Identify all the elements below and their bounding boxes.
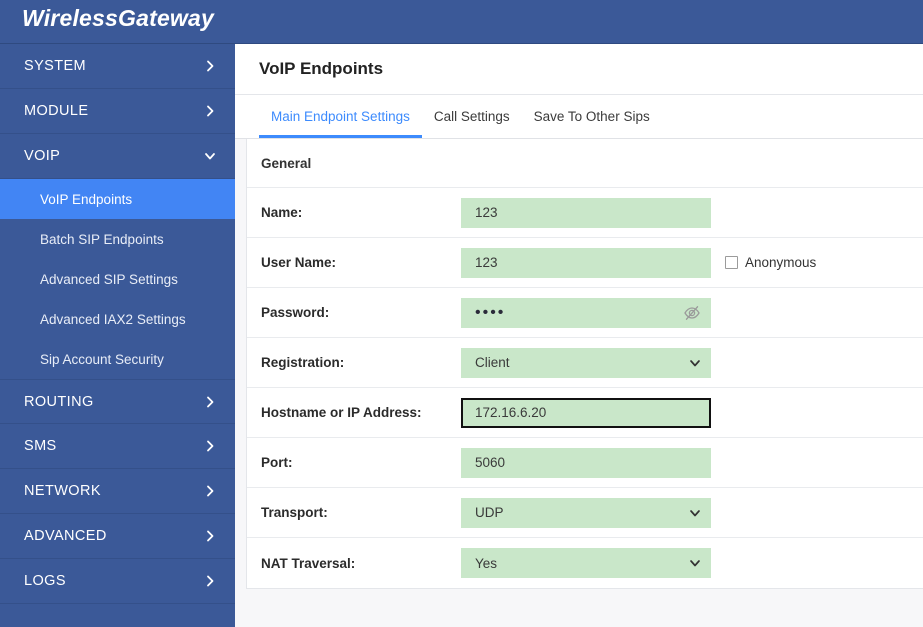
nat-traversal-select[interactable]: Yes — [461, 548, 711, 578]
chevron-down-icon — [203, 149, 217, 163]
chevron-right-icon — [203, 395, 217, 409]
registration-select[interactable]: Client — [461, 347, 711, 378]
transport-select-value: UDP — [475, 505, 504, 520]
name-input[interactable]: 123 — [461, 197, 711, 228]
sidebar-item-label: ROUTING — [24, 393, 94, 410]
form-row-registration: Registration: Client — [247, 338, 923, 388]
tab-call-settings[interactable]: Call Settings — [422, 95, 522, 138]
chevron-right-icon — [203, 574, 217, 588]
hostname-input[interactable]: 172.16.6.20 — [461, 397, 711, 428]
sidebar-item-label: SMS — [24, 438, 57, 454]
form-row-hostname: Hostname or IP Address: 172.16.6.20 — [247, 388, 923, 438]
sidebar-item-label: MODULE — [24, 103, 89, 119]
sidebar-subitem-label: VoIP Endpoints — [40, 191, 133, 207]
chevron-down-icon — [689, 507, 701, 519]
chevron-right-icon — [203, 59, 217, 73]
top-header-bar: WirelessGateway — [0, 0, 923, 44]
chevron-right-icon — [203, 529, 217, 543]
form-row-port: Port: 5060 — [247, 438, 923, 488]
username-input-value: 123 — [475, 255, 498, 270]
anonymous-label: Anonymous — [745, 255, 817, 270]
nat-traversal-select-value: Yes — [475, 555, 498, 571]
sidebar-item-network[interactable]: NETWORK — [0, 469, 235, 514]
tab-label: Call Settings — [433, 109, 510, 124]
tab-label: Save To Other Sips — [533, 109, 650, 124]
form-row-name: Name: 123 — [247, 188, 923, 238]
sidebar-item-voip-endpoints[interactable]: VoIP Endpoints — [0, 179, 235, 219]
sidebar-item-label: LOGS — [24, 573, 66, 589]
form-row-password: Password: •••• — [247, 288, 923, 338]
sidebar-item-module[interactable]: MODULE — [0, 89, 235, 134]
sidebar-item-advanced-sip-settings[interactable]: Advanced SIP Settings — [0, 259, 235, 299]
chevron-down-icon — [689, 557, 701, 569]
sidebar-item-advanced[interactable]: ADVANCED — [0, 514, 235, 559]
port-label: Port: — [261, 455, 293, 470]
password-label: Password: — [261, 305, 330, 320]
password-input[interactable]: •••• — [461, 297, 711, 328]
port-input[interactable]: 5060 — [461, 447, 711, 478]
registration-select-value: Client — [475, 355, 510, 370]
page-header: VoIP Endpoints — [235, 44, 923, 95]
tab-save-to-other-sips[interactable]: Save To Other Sips — [522, 95, 662, 138]
sidebar-subitem-label: Advanced SIP Settings — [40, 271, 178, 287]
settings-form: General Name: 123 User Name: 123 Anonymo… — [246, 139, 923, 589]
username-label: User Name: — [261, 255, 337, 270]
brand-logo: WirelessGateway — [22, 5, 215, 31]
section-title-general: General — [247, 139, 923, 188]
checkbox-icon[interactable] — [725, 256, 738, 269]
form-row-transport: Transport: UDP — [247, 488, 923, 538]
sidebar-item-system[interactable]: SYSTEM — [0, 44, 235, 89]
chevron-down-icon — [689, 357, 701, 369]
sidebar-item-routing[interactable]: ROUTING — [0, 379, 235, 424]
hostname-label: Hostname or IP Address: — [261, 405, 422, 420]
form-row-nat-traversal: NAT Traversal: Yes — [247, 538, 923, 588]
sidebar-subitem-label: Batch SIP Endpoints — [40, 231, 164, 247]
sidebar-subitem-label: Advanced IAX2 Settings — [40, 311, 186, 327]
registration-label: Registration: — [261, 355, 345, 370]
tab-bar: Main Endpoint Settings Call Settings Sav… — [235, 95, 923, 139]
name-input-value: 123 — [475, 205, 498, 220]
anonymous-checkbox[interactable]: Anonymous — [725, 255, 816, 270]
nat-traversal-label: NAT Traversal: — [261, 555, 356, 571]
transport-select[interactable]: UDP — [461, 497, 711, 528]
sidebar-item-voip[interactable]: VOIP — [0, 134, 235, 179]
chevron-right-icon — [203, 439, 217, 453]
sidebar-item-sip-account-security[interactable]: Sip Account Security — [0, 339, 235, 379]
sidebar-item-batch-sip-endpoints[interactable]: Batch SIP Endpoints — [0, 219, 235, 259]
chevron-right-icon — [203, 484, 217, 498]
transport-label: Transport: — [261, 505, 328, 520]
main-content: VoIP Endpoints Main Endpoint Settings Ca… — [235, 44, 923, 627]
eye-slash-icon[interactable] — [683, 304, 701, 322]
name-label: Name: — [261, 205, 303, 220]
form-row-username: User Name: 123 Anonymous — [247, 238, 923, 288]
hostname-input-value: 172.16.6.20 — [475, 405, 547, 420]
tab-label: Main Endpoint Settings — [271, 109, 410, 124]
sidebar-item-label: VOIP — [24, 148, 61, 164]
sidebar-item-advanced-iax2-settings[interactable]: Advanced IAX2 Settings — [0, 299, 235, 339]
sidebar-nav: SYSTEM MODULE VOIP VoIP Endpoints Batch … — [0, 44, 235, 627]
sidebar-item-sms[interactable]: SMS — [0, 424, 235, 469]
password-input-value: •••• — [475, 303, 506, 321]
page-title: VoIP Endpoints — [259, 59, 384, 78]
sidebar-item-label: NETWORK — [24, 483, 101, 499]
port-input-value: 5060 — [475, 455, 506, 470]
chevron-right-icon — [203, 104, 217, 118]
sidebar-item-label: ADVANCED — [24, 528, 107, 544]
tab-main-endpoint-settings[interactable]: Main Endpoint Settings — [259, 95, 422, 138]
username-input[interactable]: 123 — [461, 247, 711, 278]
sidebar-item-label: SYSTEM — [24, 58, 87, 74]
sidebar-item-logs[interactable]: LOGS — [0, 559, 235, 604]
sidebar-subitem-label: Sip Account Security — [40, 351, 164, 367]
